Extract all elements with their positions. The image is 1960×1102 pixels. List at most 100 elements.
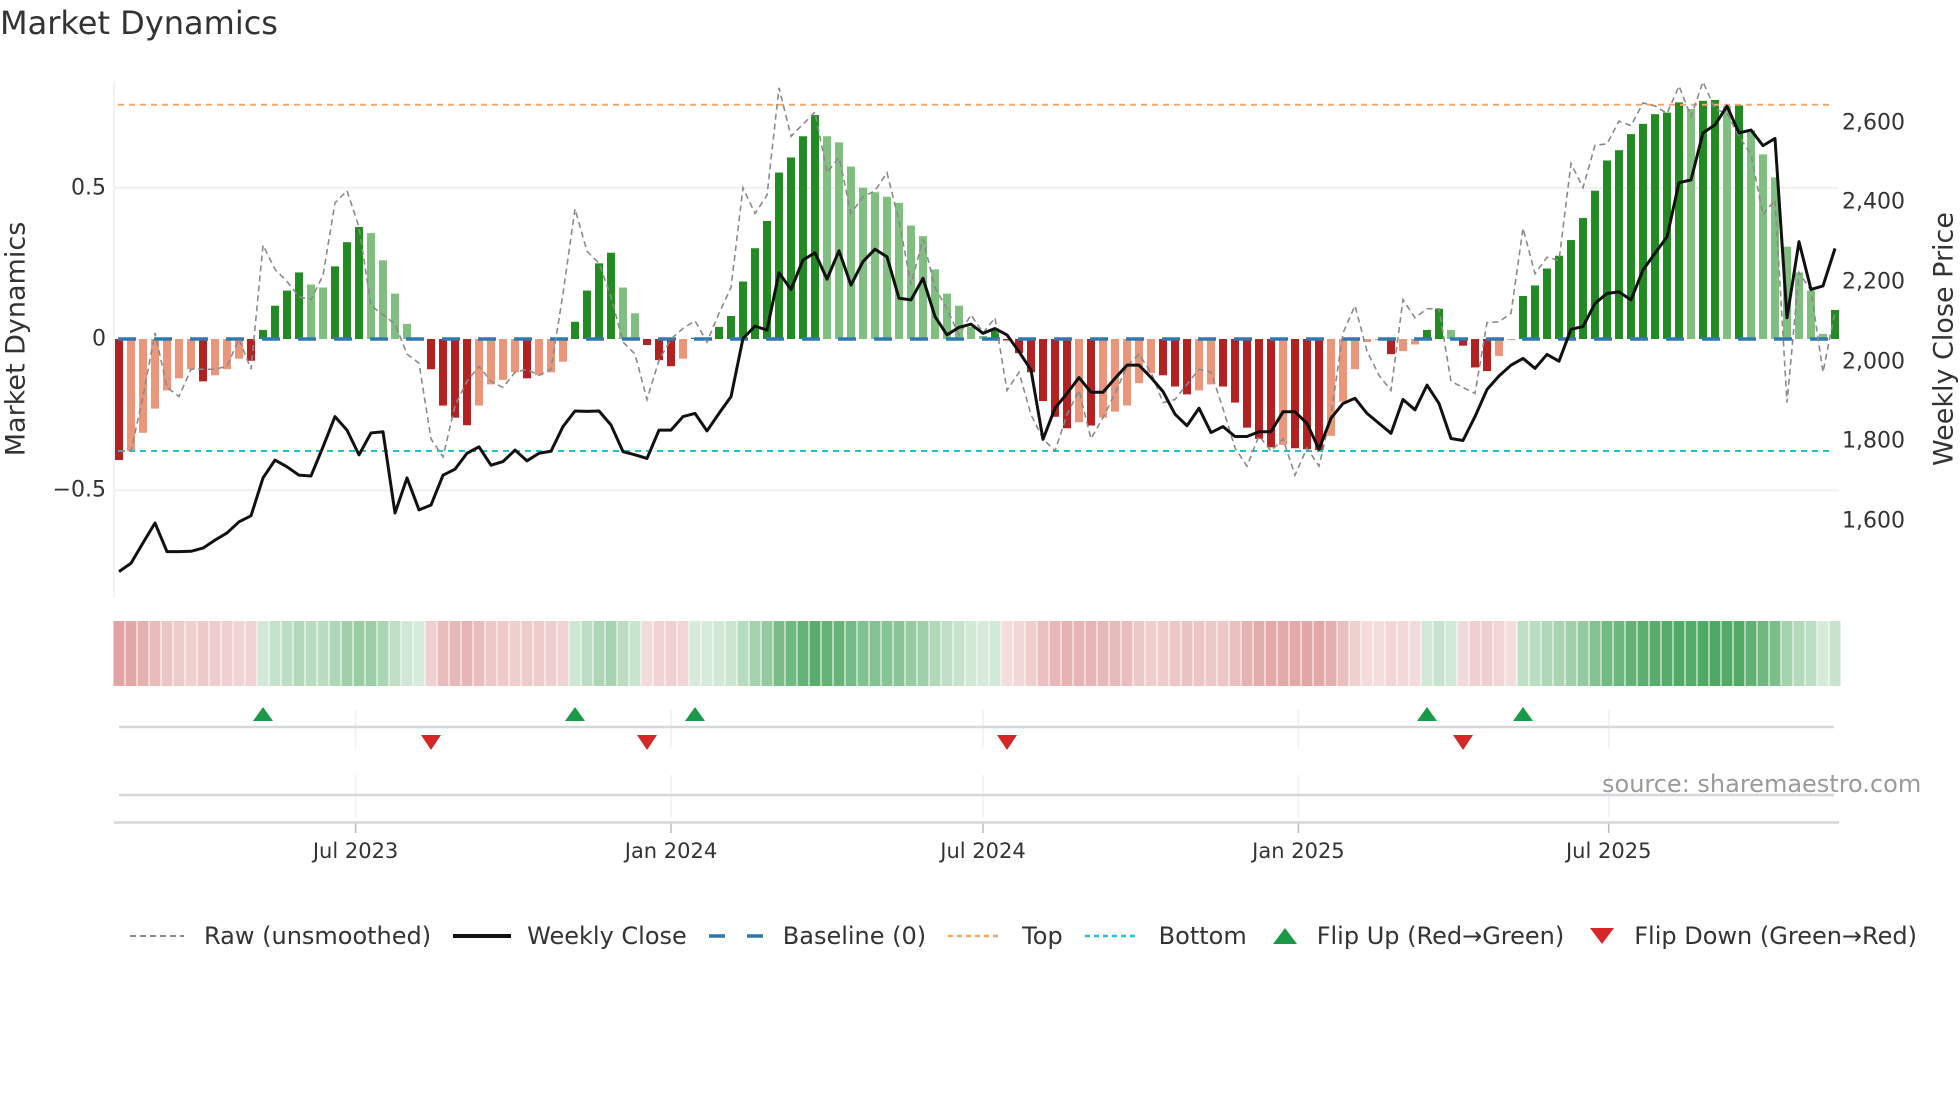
bar <box>715 326 723 339</box>
x-tick-label: Jul 2024 <box>940 839 1026 863</box>
legend-label: Flip Up (Red→Green) <box>1316 922 1565 950</box>
heat-strip-cell <box>593 621 605 686</box>
heat-strip-cell <box>1301 621 1313 686</box>
bar <box>367 233 375 339</box>
heat-strip-cell <box>1241 621 1253 686</box>
heat-strip-cell <box>833 621 845 686</box>
heat-strip-cell <box>401 621 413 686</box>
heat-strip-cell <box>965 621 977 686</box>
heat-strip-cell <box>857 621 869 686</box>
heat-strip-cell <box>1121 621 1133 686</box>
heat-strip-cell <box>1781 621 1793 686</box>
flip-down-marker <box>421 735 441 750</box>
bar <box>175 339 183 379</box>
heat-strip-cell <box>1145 621 1157 686</box>
heat-strip-cell <box>989 621 1001 686</box>
y2-tick-label: 1,600 <box>1842 508 1905 534</box>
bar <box>739 281 747 339</box>
legend-swatch-close-icon <box>453 934 512 938</box>
heat-strip-cell <box>293 621 305 686</box>
heat-strip-cell <box>1505 621 1517 686</box>
bar <box>799 136 807 339</box>
heat-strip-cell <box>869 621 881 686</box>
bar <box>1615 150 1623 339</box>
heat-strip-cell <box>125 621 137 686</box>
heat-strip-cell <box>1637 621 1649 686</box>
heat-strip-cell <box>1217 621 1229 686</box>
heat-strip-cell <box>1325 621 1337 686</box>
heat-strip-cell <box>605 621 617 686</box>
heat-strip-cell <box>1661 621 1673 686</box>
flip-down-marker <box>1453 735 1473 750</box>
heat-strip-cell <box>1205 621 1217 686</box>
bar <box>1759 154 1767 339</box>
bar <box>1315 339 1323 451</box>
bar <box>1603 160 1611 339</box>
legend-swatch-bottom-icon <box>1084 934 1139 938</box>
bar <box>1495 339 1503 356</box>
bar <box>1711 99 1719 339</box>
bar <box>1099 339 1107 418</box>
heat-strip-cell <box>1025 621 1037 686</box>
heat-strip-cell <box>905 621 917 686</box>
heat-strip-cell <box>1373 621 1385 686</box>
legend-label: Weekly Close <box>527 922 687 950</box>
bar <box>643 339 651 346</box>
heat-strip-cell <box>449 621 461 686</box>
bar <box>847 166 855 339</box>
heat-strip-cell <box>1253 621 1265 686</box>
heat-strip-cell <box>929 621 941 686</box>
heat-strip-cell <box>509 621 521 686</box>
heat-strip-cell <box>281 621 293 686</box>
heat-strip-cell <box>1805 621 1817 686</box>
heat-strip-cell <box>1481 621 1493 686</box>
heat-strip-cell <box>353 621 365 686</box>
heat-strip-cell <box>761 621 773 686</box>
heat-strip-cell <box>1109 621 1121 686</box>
x-tick-label: Jan 2025 <box>1252 839 1345 863</box>
bar <box>115 339 123 461</box>
bar <box>127 339 135 451</box>
flip-up-marker <box>1513 707 1533 721</box>
heat-strip-cell <box>413 621 425 686</box>
heat-strip-cell <box>209 621 221 686</box>
heat-strip-cell <box>341 621 353 686</box>
bar <box>619 287 627 339</box>
bar <box>559 339 567 362</box>
bar <box>547 339 555 373</box>
bar <box>1507 339 1515 340</box>
heat-strip-cell <box>1745 621 1757 686</box>
heat-strip-cell <box>1517 621 1529 686</box>
heat-strip-cell <box>917 621 929 686</box>
legend-item-raw: Raw (unsmoothed) <box>128 922 431 950</box>
heat-strip-cell <box>245 621 257 686</box>
bar <box>871 192 879 339</box>
heat-strip-cell <box>1361 621 1373 686</box>
heat-strip-cell <box>1469 621 1481 686</box>
heat-strip-cell <box>1061 621 1073 686</box>
y2-tick-label: 2,200 <box>1842 269 1905 295</box>
heat-strip-cell <box>797 621 809 686</box>
heat-strip-cell <box>749 621 761 686</box>
heat-strip-cell <box>1589 621 1601 686</box>
legend-item-bottom: Bottom <box>1083 922 1247 950</box>
bar <box>1243 339 1251 428</box>
heat-strip-cell <box>317 621 329 686</box>
heat-strip-cell <box>1457 621 1469 686</box>
bar <box>511 339 519 373</box>
source-label: source: sharemaestro.com <box>1602 770 1922 798</box>
bar <box>1387 339 1395 355</box>
heat-strip-cell <box>1085 621 1097 686</box>
heat-strip-cell <box>389 621 401 686</box>
heat-strip-cell <box>821 621 833 686</box>
legend-label: Baseline (0) <box>782 922 927 950</box>
heat-strip-cell <box>1601 621 1613 686</box>
heat-strip-cell <box>197 621 209 686</box>
legend-swatch-flip-down-icon <box>1590 928 1615 944</box>
bar <box>595 263 603 339</box>
bar <box>1543 268 1551 339</box>
heat-strip-cell <box>545 621 557 686</box>
bar <box>523 339 531 379</box>
bar <box>1195 339 1203 391</box>
bar <box>1675 102 1683 340</box>
